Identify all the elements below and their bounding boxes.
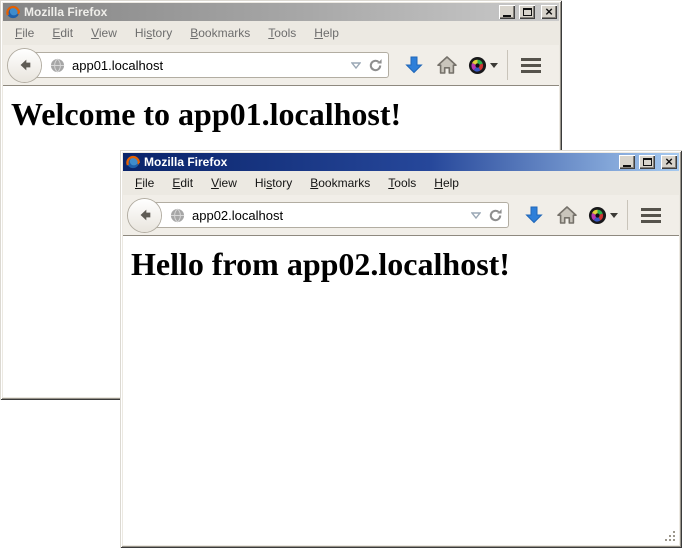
menu-bar: File Edit View History Bookmarks Tools H… — [123, 171, 679, 195]
menu-file[interactable]: File — [6, 23, 43, 44]
menu-hamburger-button[interactable] — [637, 198, 665, 232]
menu-edit[interactable]: Edit — [163, 173, 202, 194]
menu-history[interactable]: History — [126, 23, 181, 44]
page-heading: Welcome to app01.localhost! — [11, 96, 559, 133]
home-button[interactable] — [434, 48, 460, 82]
close-button[interactable]: × — [661, 155, 677, 169]
menu-history[interactable]: History — [246, 173, 301, 194]
back-button[interactable] — [128, 199, 161, 232]
close-icon: × — [545, 6, 553, 18]
minimize-icon — [503, 15, 511, 17]
url-text: app01.localhost — [72, 58, 351, 73]
maximize-button[interactable] — [519, 5, 535, 19]
url-bar[interactable]: app02.localhost — [147, 202, 509, 228]
menu-file[interactable]: File — [126, 173, 163, 194]
reload-button[interactable] — [368, 58, 383, 73]
maximize-button[interactable] — [639, 155, 655, 169]
menu-hamburger-button[interactable] — [517, 48, 545, 82]
menu-help[interactable]: Help — [425, 173, 468, 194]
close-icon: × — [665, 156, 673, 168]
back-arrow-icon — [137, 207, 153, 223]
navigation-toolbar: app01.localhost — [3, 45, 559, 86]
color-wheel-icon — [588, 206, 607, 225]
downloads-button[interactable] — [402, 48, 426, 82]
minimize-button[interactable] — [499, 5, 515, 19]
window-title: Mozilla Firefox — [24, 5, 495, 19]
close-button[interactable]: × — [541, 5, 557, 19]
firefox-logo-icon — [6, 5, 20, 19]
extension-button[interactable] — [588, 198, 618, 232]
maximize-icon — [523, 8, 532, 16]
page-heading: Hello from app02.localhost! — [131, 246, 679, 283]
resize-grip[interactable] — [663, 529, 677, 543]
titlebar[interactable]: Mozilla Firefox × — [123, 153, 679, 171]
browser-window-app02: Mozilla Firefox × File Edit View History… — [120, 150, 682, 548]
titlebar[interactable]: Mozilla Firefox × — [3, 3, 559, 21]
color-wheel-icon — [468, 56, 487, 75]
home-icon — [436, 55, 458, 75]
window-title: Mozilla Firefox — [144, 155, 615, 169]
urlbar-dropdown-icon[interactable] — [471, 212, 481, 219]
menu-bar: File Edit View History Bookmarks Tools H… — [3, 21, 559, 45]
minimize-button[interactable] — [619, 155, 635, 169]
url-text: app02.localhost — [192, 208, 471, 223]
site-identity-globe-icon[interactable] — [170, 208, 185, 223]
home-icon — [556, 205, 578, 225]
hamburger-icon — [641, 208, 661, 223]
chevron-down-icon — [490, 63, 498, 68]
toolbar-separator — [627, 200, 628, 230]
hamburger-icon — [521, 58, 541, 73]
menu-tools[interactable]: Tools — [259, 23, 305, 44]
navigation-toolbar: app02.localhost — [123, 195, 679, 236]
reload-button[interactable] — [488, 208, 503, 223]
firefox-logo-icon — [126, 155, 140, 169]
maximize-icon — [643, 158, 652, 166]
menu-tools[interactable]: Tools — [379, 173, 425, 194]
menu-help[interactable]: Help — [305, 23, 348, 44]
chevron-down-icon — [610, 213, 618, 218]
menu-edit[interactable]: Edit — [43, 23, 82, 44]
downloads-button[interactable] — [522, 198, 546, 232]
minimize-icon — [623, 165, 631, 167]
menu-bookmarks[interactable]: Bookmarks — [181, 23, 259, 44]
download-arrow-icon — [524, 205, 544, 225]
toolbar-separator — [507, 50, 508, 80]
home-button[interactable] — [554, 198, 580, 232]
url-bar[interactable]: app01.localhost — [27, 52, 389, 78]
site-identity-globe-icon[interactable] — [50, 58, 65, 73]
download-arrow-icon — [404, 55, 424, 75]
menu-bookmarks[interactable]: Bookmarks — [301, 173, 379, 194]
extension-button[interactable] — [468, 48, 498, 82]
back-arrow-icon — [17, 57, 33, 73]
menu-view[interactable]: View — [82, 23, 126, 44]
menu-view[interactable]: View — [202, 173, 246, 194]
urlbar-dropdown-icon[interactable] — [351, 62, 361, 69]
page-content: Hello from app02.localhost! — [123, 236, 679, 545]
back-button[interactable] — [8, 49, 41, 82]
